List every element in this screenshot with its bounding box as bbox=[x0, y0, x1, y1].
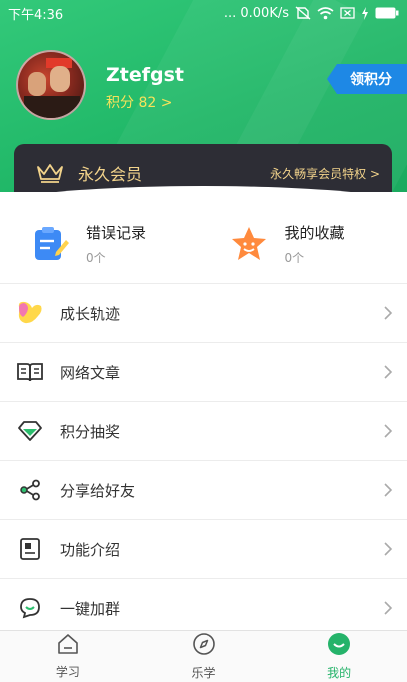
menu-label-join-group: 一键加群 bbox=[60, 599, 121, 618]
claim-points-button[interactable]: 领积分 bbox=[327, 64, 407, 94]
nav-tab-mine[interactable]: 我的 bbox=[271, 631, 407, 682]
book-icon bbox=[16, 358, 44, 386]
bottom-nav: 学习 乐学 我的 bbox=[0, 630, 407, 682]
chevron-right-icon bbox=[383, 364, 393, 380]
nav-label-fun-learning: 乐学 bbox=[191, 666, 216, 680]
favorites-button[interactable]: 我的收藏 0个 bbox=[209, 205, 407, 283]
menu-item-growth[interactable]: 成长轨迹 bbox=[0, 284, 407, 343]
charging-icon bbox=[361, 6, 369, 20]
menu-item-features[interactable]: 功能介绍 bbox=[0, 520, 407, 579]
error-records-button[interactable]: 错误记录 0个 bbox=[0, 205, 209, 283]
nav-tab-study[interactable]: 学习 bbox=[0, 631, 136, 682]
no-sim-icon bbox=[295, 6, 311, 20]
chat-icon bbox=[16, 594, 44, 622]
vip-title: 永久会员 bbox=[78, 165, 143, 184]
menu-list: 成长轨迹 网络文章 积分抽奖 分享给好友 功能介绍 一键加群 bbox=[0, 284, 407, 638]
growth-icon bbox=[16, 299, 44, 327]
smile-icon bbox=[327, 632, 351, 660]
menu-label-growth: 成长轨迹 bbox=[60, 304, 121, 323]
points-link[interactable]: 积分 82 > bbox=[106, 92, 172, 112]
share-icon bbox=[16, 476, 44, 504]
nav-tab-fun-learning[interactable]: 乐学 bbox=[136, 631, 272, 682]
chevron-right-icon bbox=[383, 305, 393, 321]
error-records-count: 0个 bbox=[86, 251, 106, 265]
username[interactable]: Ztefgst bbox=[106, 64, 184, 86]
network-speed: ... 0.00K/s bbox=[223, 5, 289, 21]
menu-item-share[interactable]: 分享给好友 bbox=[0, 461, 407, 520]
quick-actions: 错误记录 0个 我的收藏 0个 bbox=[0, 205, 407, 283]
close-box-icon bbox=[340, 7, 355, 19]
home-icon bbox=[56, 633, 80, 659]
menu-label-features: 功能介绍 bbox=[60, 540, 121, 559]
menu-item-articles[interactable]: 网络文章 bbox=[0, 343, 407, 402]
nav-label-mine: 我的 bbox=[327, 666, 352, 680]
avatar[interactable] bbox=[16, 50, 86, 120]
menu-label-share: 分享给好友 bbox=[60, 481, 136, 500]
chevron-right-icon bbox=[383, 482, 393, 498]
menu-label-articles: 网络文章 bbox=[60, 363, 121, 382]
crown-icon bbox=[36, 162, 64, 184]
battery-icon bbox=[375, 7, 399, 19]
menu-label-lottery: 积分抽奖 bbox=[60, 422, 121, 441]
wifi-icon bbox=[317, 6, 334, 20]
menu-item-lottery[interactable]: 积分抽奖 bbox=[0, 402, 407, 461]
favorites-title: 我的收藏 bbox=[284, 224, 345, 242]
status-bar: 下午4:36 ... 0.00K/s bbox=[0, 0, 407, 26]
chevron-right-icon bbox=[383, 423, 393, 439]
clipboard-icon bbox=[30, 224, 70, 264]
error-records-title: 错误记录 bbox=[86, 224, 147, 242]
info-card-icon bbox=[16, 535, 44, 563]
chevron-right-icon bbox=[383, 541, 393, 557]
compass-icon bbox=[192, 632, 216, 660]
diamond-icon bbox=[16, 417, 44, 445]
chevron-right-icon bbox=[383, 600, 393, 616]
status-time: 下午4:36 bbox=[8, 7, 64, 23]
favorites-count: 0个 bbox=[284, 251, 305, 265]
nav-label-study: 学习 bbox=[55, 665, 80, 679]
star-icon bbox=[229, 224, 269, 264]
vip-privilege-link[interactable]: 永久畅享会员特权 > bbox=[270, 165, 380, 182]
